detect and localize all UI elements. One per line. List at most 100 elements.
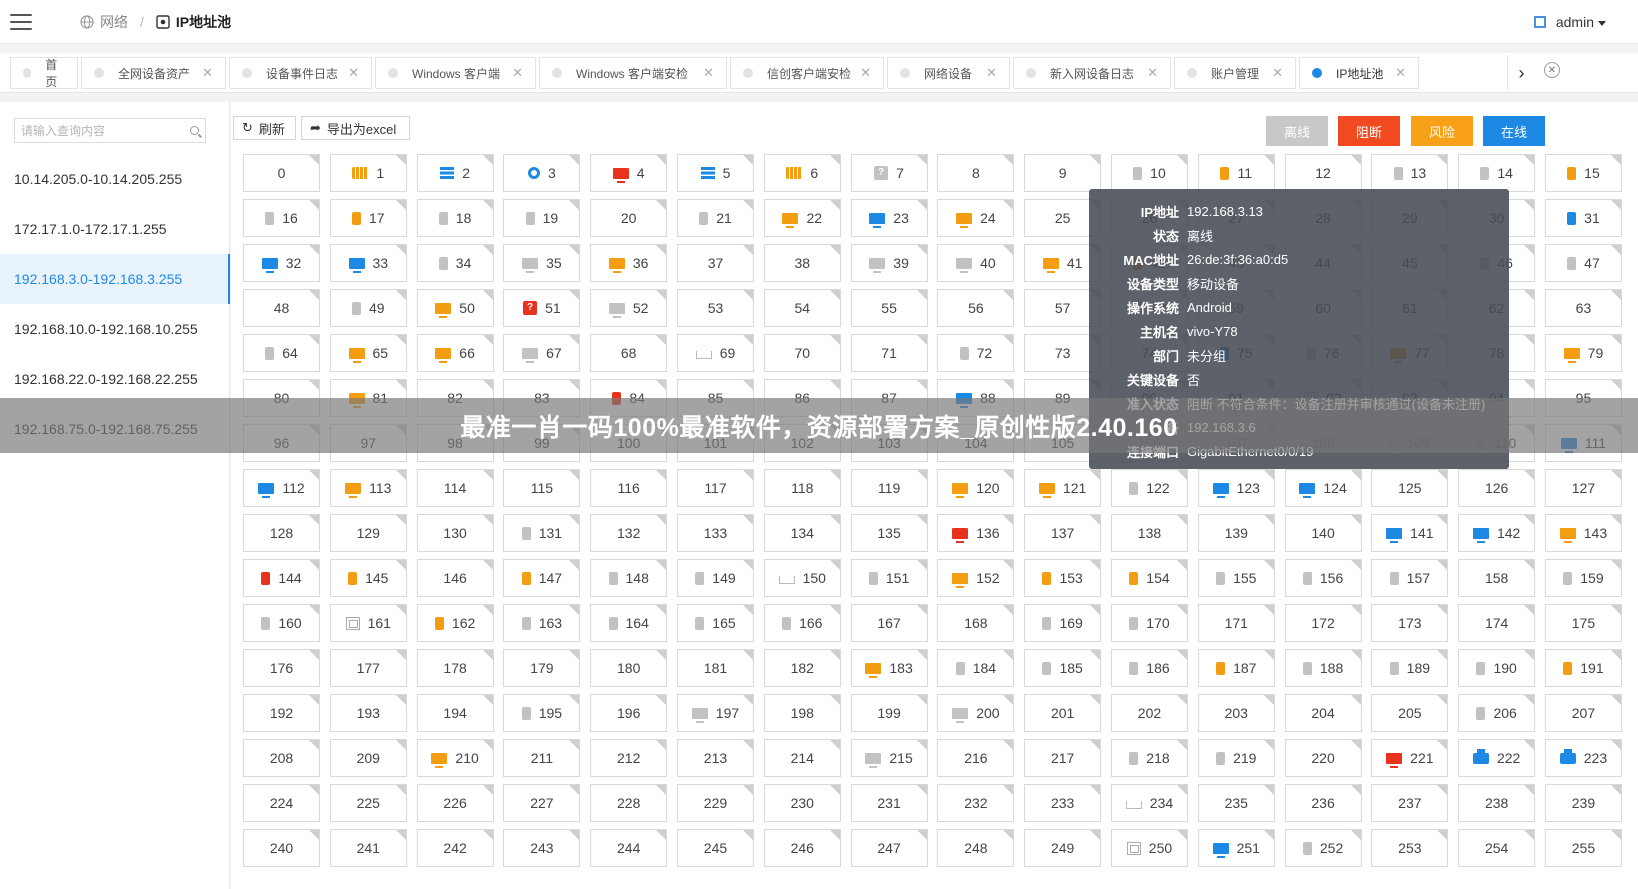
- ip-cell[interactable]: 213: [676, 739, 754, 777]
- ip-cell[interactable]: 53: [676, 289, 754, 327]
- menu-toggle-icon[interactable]: [10, 13, 32, 30]
- ip-cell[interactable]: 2: [416, 154, 494, 192]
- ip-cell[interactable]: 241: [329, 829, 407, 867]
- ip-cell[interactable]: 184: [937, 649, 1015, 687]
- ip-cell[interactable]: 221: [1371, 739, 1449, 777]
- ip-cell[interactable]: 156: [1284, 559, 1362, 597]
- ip-cell[interactable]: 238: [1458, 784, 1536, 822]
- ip-cell[interactable]: 186: [1110, 649, 1188, 687]
- ip-cell[interactable]: 191: [1544, 649, 1622, 687]
- ip-cell[interactable]: 214: [763, 739, 841, 777]
- ip-cell[interactable]: 158: [1458, 559, 1536, 597]
- ip-cell[interactable]: 67: [503, 334, 581, 372]
- ip-cell[interactable]: 116: [590, 469, 668, 507]
- ip-cell[interactable]: 136: [937, 514, 1015, 552]
- tab-close-icon[interactable]: ✕: [986, 65, 997, 81]
- ip-cell[interactable]: 128: [243, 514, 320, 552]
- ip-cell[interactable]: 253: [1371, 829, 1449, 867]
- ip-cell[interactable]: 247: [850, 829, 928, 867]
- ip-cell[interactable]: 225: [329, 784, 407, 822]
- ip-cell[interactable]: 228: [590, 784, 668, 822]
- ip-cell[interactable]: 3: [503, 154, 581, 192]
- tab-close-icon[interactable]: ✕: [1395, 65, 1406, 81]
- ip-cell[interactable]: 20: [590, 199, 668, 237]
- ip-cell[interactable]: 200: [937, 694, 1015, 732]
- ip-cell[interactable]: 231: [850, 784, 928, 822]
- ip-cell[interactable]: 10: [1110, 154, 1188, 192]
- ip-cell[interactable]: 13: [1371, 154, 1449, 192]
- ip-cell[interactable]: 131: [503, 514, 581, 552]
- ip-cell[interactable]: 52: [590, 289, 668, 327]
- ip-cell[interactable]: 197: [676, 694, 754, 732]
- ip-cell[interactable]: 188: [1284, 649, 1362, 687]
- ip-cell[interactable]: 130: [416, 514, 494, 552]
- ip-cell[interactable]: 251: [1197, 829, 1275, 867]
- ip-cell[interactable]: 245: [676, 829, 754, 867]
- ip-cell[interactable]: 205: [1371, 694, 1449, 732]
- ip-cell[interactable]: 202: [1110, 694, 1188, 732]
- ip-range-item[interactable]: 172.17.1.0-172.17.1.255: [0, 204, 230, 254]
- ip-cell[interactable]: 206: [1458, 694, 1536, 732]
- ip-cell[interactable]: 192: [243, 694, 320, 732]
- ip-cell[interactable]: 195: [503, 694, 581, 732]
- ip-range-item[interactable]: 10.14.205.0-10.14.205.255: [0, 154, 230, 204]
- ip-cell[interactable]: 223: [1544, 739, 1622, 777]
- ip-cell[interactable]: 216: [937, 739, 1015, 777]
- ip-cell[interactable]: 239: [1544, 784, 1622, 822]
- ip-cell[interactable]: 236: [1284, 784, 1362, 822]
- ip-cell[interactable]: 19: [503, 199, 581, 237]
- ip-cell[interactable]: ? 51: [503, 289, 581, 327]
- ip-cell[interactable]: 9: [1024, 154, 1102, 192]
- ip-cell[interactable]: 176: [243, 649, 320, 687]
- ip-cell[interactable]: 115: [503, 469, 581, 507]
- ip-cell[interactable]: 120: [937, 469, 1015, 507]
- ip-cell[interactable]: 135: [850, 514, 928, 552]
- ip-cell[interactable]: 48: [243, 289, 320, 327]
- ip-cell[interactable]: 183: [850, 649, 928, 687]
- ip-cell[interactable]: 70: [763, 334, 841, 372]
- ip-cell[interactable]: 164: [590, 604, 668, 642]
- ip-cell[interactable]: 37: [676, 244, 754, 282]
- ip-cell[interactable]: 244: [590, 829, 668, 867]
- ip-cell[interactable]: 250: [1110, 829, 1188, 867]
- ip-cell[interactable]: 150: [763, 559, 841, 597]
- ip-cell[interactable]: 217: [1024, 739, 1102, 777]
- ip-cell[interactable]: 15: [1544, 154, 1622, 192]
- ip-cell[interactable]: 189: [1371, 649, 1449, 687]
- ip-cell[interactable]: 171: [1197, 604, 1275, 642]
- ip-cell[interactable]: 142: [1458, 514, 1536, 552]
- ip-cell[interactable]: 210: [416, 739, 494, 777]
- ip-cell[interactable]: 209: [329, 739, 407, 777]
- ip-cell[interactable]: 69: [676, 334, 754, 372]
- ip-cell[interactable]: 112: [243, 469, 320, 507]
- ip-cell[interactable]: 193: [329, 694, 407, 732]
- ip-cell[interactable]: 168: [937, 604, 1015, 642]
- ip-cell[interactable]: 40: [937, 244, 1015, 282]
- ip-cell[interactable]: 123: [1197, 469, 1275, 507]
- ip-cell[interactable]: 243: [503, 829, 581, 867]
- ip-cell[interactable]: 240: [243, 829, 320, 867]
- ip-cell[interactable]: 185: [1024, 649, 1102, 687]
- ip-cell[interactable]: 254: [1458, 829, 1536, 867]
- ip-cell[interactable]: 160: [243, 604, 320, 642]
- ip-cell[interactable]: 229: [676, 784, 754, 822]
- ip-cell[interactable]: 252: [1284, 829, 1362, 867]
- ip-cell[interactable]: 72: [937, 334, 1015, 372]
- tab-item[interactable]: IP地址池 ✕: [1299, 57, 1419, 89]
- ip-cell[interactable]: 64: [243, 334, 320, 372]
- ip-cell[interactable]: 159: [1544, 559, 1622, 597]
- search-input[interactable]: [21, 123, 190, 138]
- ip-cell[interactable]: 17: [329, 199, 407, 237]
- export-excel-button[interactable]: ➦ 导出为excel: [301, 116, 410, 140]
- ip-cell[interactable]: 178: [416, 649, 494, 687]
- ip-cell[interactable]: 117: [676, 469, 754, 507]
- ip-cell[interactable]: 224: [243, 784, 320, 822]
- tab-item[interactable]: 全网设备资产 ✕: [81, 57, 226, 89]
- ip-cell[interactable]: 220: [1284, 739, 1362, 777]
- ip-cell[interactable]: 173: [1371, 604, 1449, 642]
- ip-cell[interactable]: 147: [503, 559, 581, 597]
- ip-cell[interactable]: 47: [1544, 244, 1622, 282]
- ip-cell[interactable]: 219: [1197, 739, 1275, 777]
- ip-cell[interactable]: 154: [1110, 559, 1188, 597]
- ip-cell[interactable]: 222: [1458, 739, 1536, 777]
